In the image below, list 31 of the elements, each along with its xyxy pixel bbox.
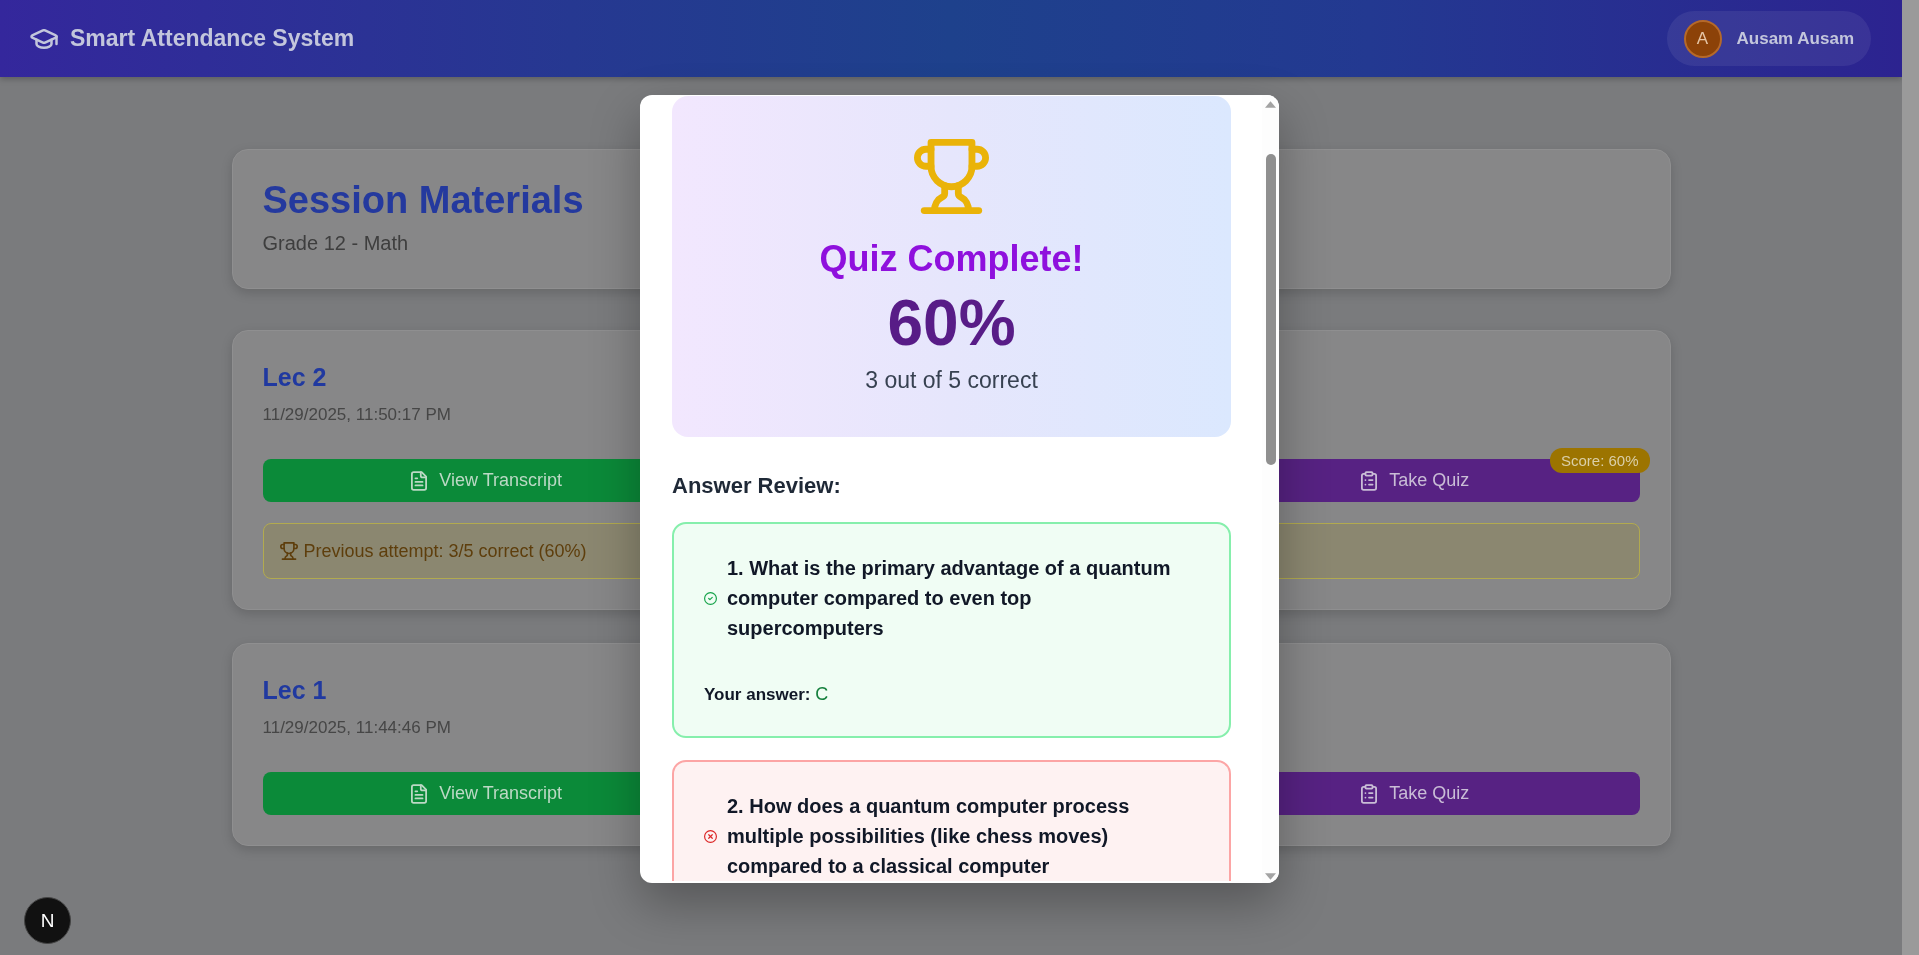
trophy-icon xyxy=(914,139,989,214)
clipboard-list-icon xyxy=(1361,470,1378,491)
document-icon xyxy=(411,470,428,491)
score-badge: Score: 60% xyxy=(1549,448,1650,473)
dev-indicator-button[interactable]: N xyxy=(24,897,71,944)
class-subtitle: Grade 12 - Math xyxy=(262,231,409,256)
scroll-down-arrow-icon[interactable] xyxy=(1265,873,1276,880)
app-title: Smart Attendance System xyxy=(70,25,355,52)
graduation-cap-icon xyxy=(30,28,58,49)
score-percentage: 60% xyxy=(887,291,1016,355)
x-circle-icon xyxy=(704,829,717,843)
page-title: Session Materials xyxy=(262,178,584,222)
question-text: 1. What is the primary advantage of a quantum computer compared to even top supercomputers xyxy=(727,556,1172,641)
lecture-title: Lec 1 xyxy=(262,675,327,706)
correct-count-text: 3 out of 5 correct xyxy=(865,366,1038,395)
lecture-title: Lec 2 xyxy=(262,362,327,393)
trophy-icon xyxy=(279,542,298,560)
user-avatar: A xyxy=(1683,19,1722,58)
check-circle-icon xyxy=(704,591,717,605)
document-icon xyxy=(411,783,428,804)
lecture-date: 11/29/2025, 11:50:17 PM xyxy=(262,404,451,426)
lecture-date: 11/29/2025, 11:44:46 PM xyxy=(262,717,451,739)
question-text: 2. How does a quantum computer process multiple possibilities (like chess moves) compared to a classical computer xyxy=(727,794,1131,879)
scrollbar-thumb[interactable] xyxy=(1265,154,1276,465)
user-menu-button[interactable]: A Ausam Ausam xyxy=(1666,11,1871,66)
quiz-complete-title: Quiz Complete! xyxy=(819,237,1084,281)
page-scrollbar[interactable] xyxy=(1902,0,1919,955)
scroll-up-arrow-icon[interactable] xyxy=(1265,101,1276,108)
your-answer-text: Your answer: C xyxy=(704,683,829,706)
previous-attempt-text: Previous attempt: 3/5 correct (60%) xyxy=(303,540,587,562)
clipboard-list-icon xyxy=(1361,783,1378,804)
